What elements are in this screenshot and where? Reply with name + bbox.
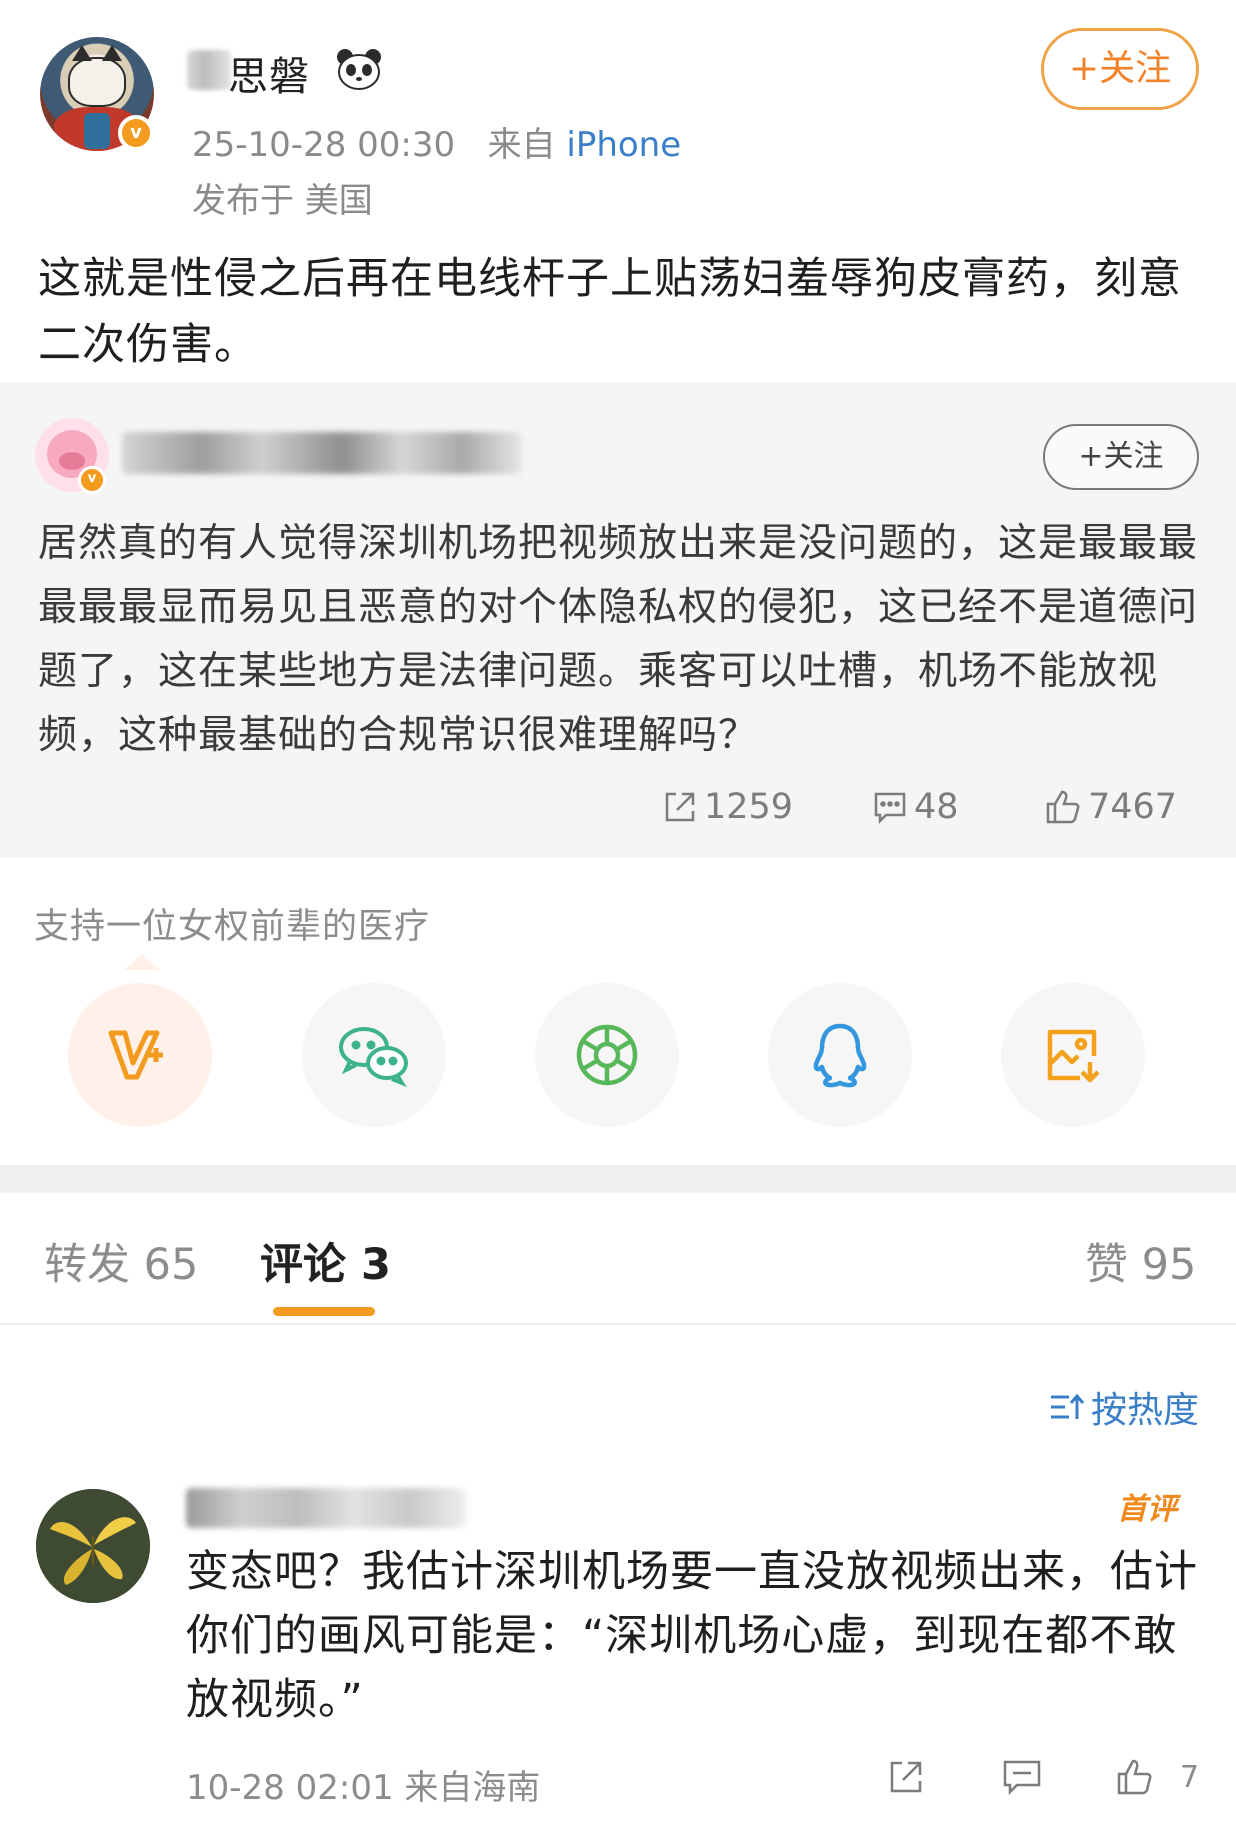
panda-icon (337, 49, 381, 90)
share-wechat-button[interactable] (302, 983, 446, 1127)
quoted-author-name-redacted (122, 432, 522, 474)
tabs-divider (0, 1323, 1236, 1325)
quoted-repost-button[interactable]: 1259 (662, 782, 793, 832)
post-source-prefix: 来自 (487, 125, 556, 165)
avatar-cat-face (68, 45, 126, 107)
comment-icon (1003, 1760, 1041, 1796)
post-text: 这就是性侵之后再在电线杆子上贴荡妇羞辱狗皮膏药，刻意二次伤害。 (38, 254, 1182, 370)
share-moments-button[interactable] (535, 983, 679, 1127)
post-header: v 思磐 25-10-28 00:30 来自 iPhone 发布于 美国 +关注 (0, 0, 1236, 221)
quoted-repost-count: 1259 (704, 787, 794, 827)
quoted-verified-badge-icon: v (78, 466, 106, 494)
repost-icon (665, 792, 695, 822)
sort-by-hot-button[interactable]: 按热度 (1049, 1381, 1199, 1433)
avatar-leaf-butterfly (36, 1489, 150, 1603)
post-meta: 25-10-28 00:30 来自 iPhone (192, 117, 681, 166)
commenter-name-redacted (186, 1488, 466, 1528)
comment-meta: 10-28 02:01 来自海南 (186, 1768, 541, 1808)
section-divider (0, 1165, 1236, 1193)
comment-reply-button[interactable] (1001, 1757, 1043, 1801)
comment-text: 变态吧？我估计深圳机场要一直没放视频出来，估计你们的画风可能是：“深圳机场心虚，… (186, 1547, 1198, 1725)
quoted-follow-button[interactable]: +关注 (1043, 424, 1199, 490)
post-timestamp: 25-10-28 00:30 (192, 125, 456, 165)
quoted-comment-count: 48 (914, 787, 959, 827)
tab-likes[interactable]: 赞 95 (1085, 1230, 1196, 1292)
first-comment-badge: 首评 (1117, 1492, 1177, 1527)
thumbs-up-icon (1117, 1759, 1152, 1795)
author-name[interactable]: 思磐 (228, 44, 310, 102)
quoted-like-button[interactable]: 7467 (1044, 782, 1177, 832)
share-title: 支持一位女权前辈的医疗 (34, 907, 431, 947)
post-device[interactable]: iPhone (566, 125, 681, 165)
active-tab-indicator (273, 1307, 375, 1316)
share-save-image-button[interactable] (1001, 983, 1145, 1127)
save-image-icon (1047, 1029, 1100, 1083)
thumbs-up-icon (1046, 790, 1080, 824)
qq-icon (813, 1023, 867, 1088)
tab-reposts[interactable]: 转发 65 (44, 1230, 198, 1292)
comment-share-button[interactable] (886, 1757, 926, 1801)
tab-comments[interactable]: 评论 3 (260, 1230, 391, 1292)
comment-icon (874, 792, 906, 825)
moments-icon (576, 1024, 638, 1086)
vip-icon (108, 1030, 163, 1080)
share-icon (890, 1761, 922, 1793)
quoted-text: 居然真的有人觉得深圳机场把视频放出来是没问题的，这是最最最最最最显而易见且恶意的… (38, 521, 1199, 758)
quoted-post[interactable]: v +关注 居然真的有人觉得深圳机场把视频放出来是没问题的，这是最最最最最最显而… (0, 382, 1236, 858)
share-qq-button[interactable] (768, 983, 912, 1127)
share-vip-button[interactable] (68, 983, 212, 1127)
wechat-icon (339, 1027, 408, 1087)
sort-label: 按热度 (1091, 1390, 1200, 1431)
sort-icon (1051, 1393, 1085, 1419)
author-name-redacted (187, 50, 231, 90)
comment-like-count: 7 (1180, 1760, 1200, 1795)
verified-badge-icon: v (118, 115, 154, 151)
post-location: 发布于 美国 (192, 181, 373, 221)
quoted-comment-button[interactable]: 48 (872, 782, 959, 832)
follow-button[interactable]: +关注 (1041, 28, 1199, 110)
commenter-avatar[interactable] (36, 1489, 150, 1603)
share-pointer (124, 954, 160, 970)
quoted-like-count: 7467 (1088, 787, 1178, 827)
avatar-pig-nose (59, 452, 85, 470)
comment-like-button[interactable] (1115, 1757, 1155, 1801)
